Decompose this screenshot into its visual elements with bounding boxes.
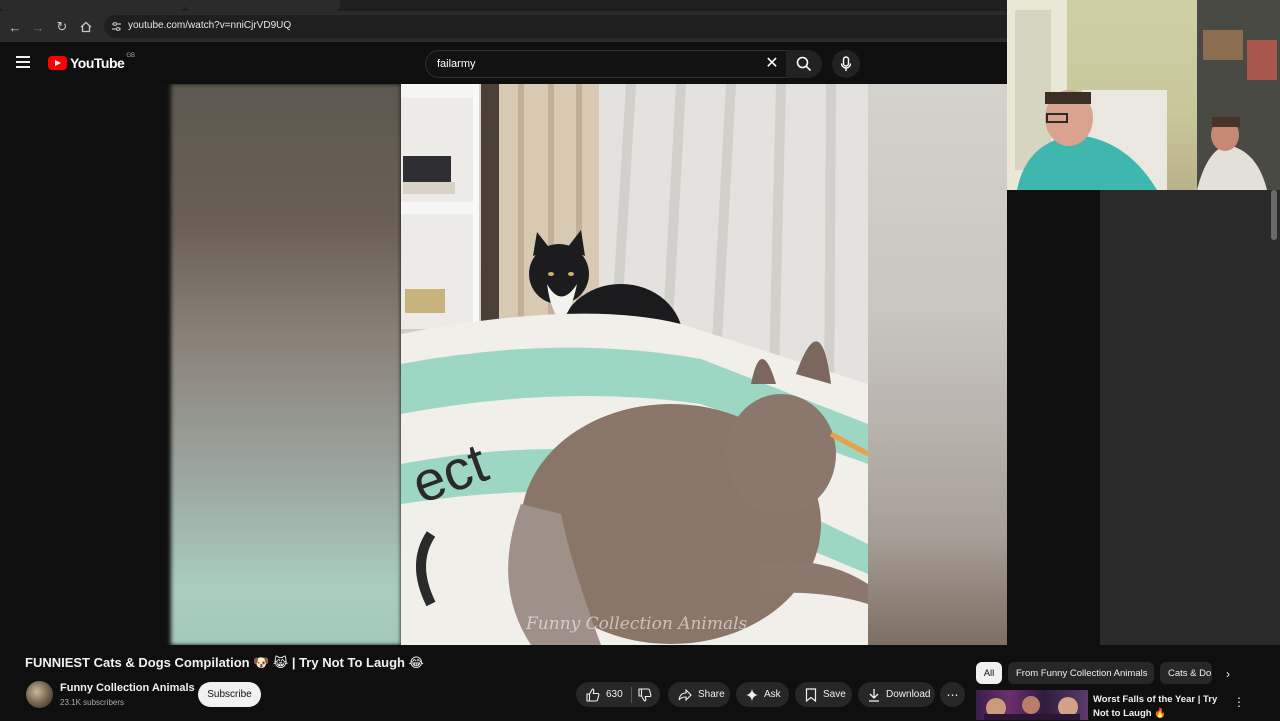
home-icon[interactable] bbox=[76, 17, 96, 37]
download-label: Download bbox=[886, 689, 931, 700]
recommended-thumbnail[interactable] bbox=[976, 690, 1088, 720]
chip-all[interactable]: All bbox=[976, 662, 1002, 684]
page-scrollbar[interactable] bbox=[1271, 190, 1277, 240]
like-count[interactable]: 630 bbox=[606, 689, 623, 700]
webcam-overlay bbox=[1007, 0, 1280, 190]
video-scene: ect bbox=[401, 84, 868, 645]
ask-label: Ask bbox=[764, 689, 781, 700]
more-vertical-icon[interactable]: ⋮ bbox=[1233, 693, 1245, 711]
search-button[interactable] bbox=[786, 50, 822, 78]
chip-from-channel[interactable]: From Funny Collection Animals bbox=[1008, 662, 1154, 684]
like-dislike-group: 630 bbox=[576, 682, 660, 707]
search-box: ✕ bbox=[425, 50, 787, 78]
save-button[interactable]: Save bbox=[795, 682, 852, 707]
url-text: youtube.com/watch?v=nniCjrVD9UQ bbox=[128, 20, 292, 31]
voice-search-button[interactable] bbox=[832, 50, 860, 78]
thumbnail-image bbox=[984, 696, 1080, 720]
share-button[interactable]: Share bbox=[668, 682, 730, 707]
save-label: Save bbox=[823, 689, 846, 700]
player-blur-right bbox=[868, 84, 1007, 645]
subscribe-button[interactable]: Subscribe bbox=[198, 682, 261, 707]
back-icon[interactable]: ← bbox=[5, 17, 25, 37]
search-icon bbox=[796, 56, 812, 72]
logo-text: YouTube bbox=[70, 55, 125, 71]
video-player[interactable]: ect Funny Collection Animals bbox=[0, 84, 1007, 645]
youtube-logo[interactable]: YouTube GB bbox=[48, 53, 135, 71]
like-icon[interactable] bbox=[586, 687, 600, 702]
subscriber-count: 23.1K subscribers bbox=[60, 698, 125, 707]
more-horizontal-icon: ⋯ bbox=[946, 687, 959, 702]
download-button[interactable]: Download bbox=[858, 682, 935, 707]
dislike-icon[interactable] bbox=[638, 687, 652, 702]
webcam-scene bbox=[1007, 0, 1280, 190]
share-icon bbox=[678, 688, 692, 701]
reload-icon[interactable]: ↻ bbox=[52, 17, 72, 37]
video-frame: ect Funny Collection Animals bbox=[401, 84, 868, 645]
site-info-icon[interactable] bbox=[110, 20, 122, 32]
like-divider bbox=[630, 686, 632, 703]
chip-cats-dogs[interactable]: Cats & Do bbox=[1160, 662, 1212, 684]
download-icon bbox=[868, 688, 880, 702]
more-actions-button[interactable]: ⋯ bbox=[940, 682, 965, 707]
channel-name[interactable]: Funny Collection Animals bbox=[60, 682, 195, 694]
channel-avatar[interactable] bbox=[26, 681, 53, 708]
share-label: Share bbox=[698, 689, 725, 700]
browser-tab[interactable] bbox=[0, 0, 185, 11]
youtube-play-icon bbox=[48, 56, 67, 70]
video-title: FUNNIEST Cats & Dogs Compilation 🐶 😹 | T… bbox=[25, 655, 424, 670]
menu-icon[interactable] bbox=[16, 56, 30, 68]
country-code: GB bbox=[126, 53, 135, 59]
sparkle-icon bbox=[746, 688, 758, 701]
chevron-right-icon[interactable]: › bbox=[1220, 666, 1236, 682]
sidebar-background bbox=[1100, 190, 1280, 645]
clear-search-icon[interactable]: ✕ bbox=[762, 53, 782, 73]
bookmark-icon bbox=[805, 687, 817, 702]
video-watermark: Funny Collection Animals bbox=[526, 614, 748, 634]
ask-button[interactable]: Ask bbox=[736, 682, 789, 707]
forward-icon[interactable]: → bbox=[28, 17, 48, 37]
microphone-icon bbox=[840, 56, 852, 71]
player-blur-left bbox=[171, 84, 401, 645]
search-input[interactable] bbox=[435, 54, 749, 74]
browser-tab[interactable] bbox=[185, 0, 340, 11]
recommended-video-title[interactable]: Worst Falls of the Year | Try Not to Lau… bbox=[1093, 693, 1233, 721]
